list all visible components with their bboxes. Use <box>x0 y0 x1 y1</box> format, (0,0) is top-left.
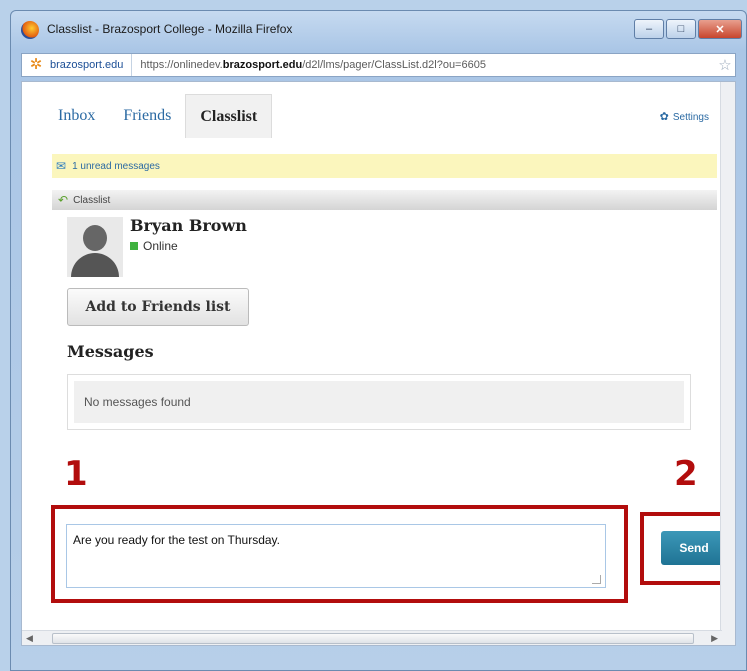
url-prefix: https://onlinedev. <box>140 59 223 71</box>
contact-status: Online <box>130 239 178 253</box>
message-textarea[interactable]: Are you ready for the test on Thursday. <box>66 524 606 588</box>
firefox-logo-icon <box>21 21 39 39</box>
site-favicon-icon: ✲ <box>29 56 43 73</box>
unread-messages-text[interactable]: 1 unread messages <box>72 161 160 172</box>
horizontal-scrollbar[interactable]: ◀ ▶ <box>22 630 722 645</box>
minimize-button[interactable]: – <box>634 19 664 39</box>
message-text: Are you ready for the test on Thursday. <box>73 533 280 547</box>
online-status-icon <box>130 242 138 250</box>
avatar <box>67 217 123 277</box>
url-domain: brazosport.edu <box>222 59 303 71</box>
avatar-body-shape <box>71 253 119 277</box>
title-bar: Classlist - Brazosport College - Mozilla… <box>11 11 746 51</box>
status-text: Online <box>143 239 178 253</box>
scroll-right-icon[interactable]: ▶ <box>711 631 718 645</box>
mail-icon: ✉ <box>56 159 67 173</box>
bookmark-star-icon[interactable]: ☆ <box>715 56 735 74</box>
vertical-scrollbar[interactable] <box>720 82 735 645</box>
url-path: /d2l/lms/pager/ClassList.d2l?ou=6605 <box>302 59 486 71</box>
gear-icon: ✿ <box>659 111 669 123</box>
section-title[interactable]: Classlist <box>73 195 110 206</box>
classlist-section-header: ↶ Classlist <box>52 190 717 210</box>
annotation-step-2: 2 <box>674 454 698 494</box>
send-button[interactable]: Send <box>661 531 727 565</box>
window-title: Classlist - Brazosport College - Mozilla… <box>47 22 293 36</box>
site-identity-label[interactable]: brazosport.edu <box>50 54 133 76</box>
back-arrow-icon[interactable]: ↶ <box>58 193 68 207</box>
tab-classlist[interactable]: Classlist <box>185 94 273 138</box>
messages-list: No messages found <box>67 374 691 430</box>
annotation-step-1: 1 <box>64 454 88 494</box>
maximize-button[interactable]: □ <box>666 19 696 39</box>
url-text[interactable]: https://onlinedev.brazosport.edu/d2l/lms… <box>132 59 715 71</box>
page-content: Inbox Friends Classlist ✿ Settings ✉ 1 un… <box>21 81 736 646</box>
scroll-left-icon[interactable]: ◀ <box>26 631 33 645</box>
tab-inbox[interactable]: Inbox <box>44 94 109 138</box>
tab-friends[interactable]: Friends <box>109 94 185 138</box>
avatar-head-shape <box>83 225 107 251</box>
contact-name: Bryan Brown <box>130 216 247 235</box>
unread-messages-banner[interactable]: ✉ 1 unread messages <box>52 154 717 178</box>
settings-link[interactable]: ✿ Settings <box>660 110 709 123</box>
resize-grip-icon[interactable] <box>592 575 601 584</box>
add-to-friends-button[interactable]: Add to Friends list <box>67 288 249 326</box>
no-messages-text: No messages found <box>74 381 684 423</box>
address-bar[interactable]: ✲ brazosport.edu https://onlinedev.brazo… <box>21 53 736 77</box>
scrollbar-thumb[interactable] <box>52 633 694 644</box>
close-button[interactable]: ✕ <box>698 19 742 39</box>
messages-heading: Messages <box>67 342 154 361</box>
tab-bar: Inbox Friends Classlist <box>44 94 273 138</box>
browser-window: Classlist - Brazosport College - Mozilla… <box>10 10 747 671</box>
settings-label: Settings <box>672 112 709 123</box>
window-controls: – □ ✕ <box>634 19 742 39</box>
